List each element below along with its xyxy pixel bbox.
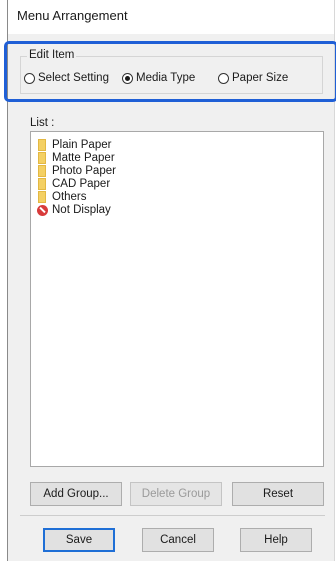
list-item-matte-paper[interactable]: Matte Paper [38,151,115,165]
title-bar: Menu Arrangement [8,0,334,34]
add-group-button[interactable]: Add Group... [30,482,122,506]
separator [20,515,325,516]
list-item-label: Not Display [52,204,111,216]
folder-icon [38,178,46,190]
radio-select-setting[interactable]: Select Setting [24,72,109,84]
radio-media-type-label: Media Type [136,72,196,84]
no-display-icon [37,204,48,216]
cancel-button[interactable]: Cancel [142,528,214,552]
list-label: List : [30,117,55,129]
folder-icon [38,139,46,151]
edit-item-group: Edit Item Select Setting Media Type Pape… [20,49,323,94]
radio-paper-size-label: Paper Size [232,72,289,84]
list-item-others[interactable]: Others [38,190,87,204]
radio-select-setting-circle[interactable] [24,72,35,84]
list-item-cad-paper[interactable]: CAD Paper [38,177,110,191]
window-title: Menu Arrangement [17,8,128,23]
folder-icon [38,165,46,177]
list-item-not-display[interactable]: Not Display [37,203,111,217]
radio-media-type-circle[interactable] [122,72,133,84]
list-item-photo-paper[interactable]: Photo Paper [38,164,116,178]
delete-group-button[interactable]: Delete Group [130,482,222,506]
list-item-label: Plain Paper [52,139,112,151]
save-button[interactable]: Save [43,528,115,552]
media-type-list[interactable]: Plain Paper Matte Paper Photo Paper CAD … [30,131,324,467]
menu-arrangement-dialog: Menu Arrangement Edit Item Select Settin… [4,0,336,561]
list-item-label: Matte Paper [52,152,115,164]
reset-button[interactable]: Reset [232,482,324,506]
edit-item-legend: Edit Item [27,49,77,61]
radio-paper-size[interactable]: Paper Size [218,72,288,84]
folder-icon [38,152,46,164]
folder-icon [38,191,46,203]
radio-paper-size-circle[interactable] [218,72,229,84]
list-item-label: Others [52,191,87,203]
list-item-label: Photo Paper [52,165,116,177]
help-button[interactable]: Help [240,528,312,552]
radio-select-setting-label: Select Setting [38,72,109,84]
radio-media-type[interactable]: Media Type [122,72,195,84]
list-item-plain-paper[interactable]: Plain Paper [38,138,111,152]
list-item-label: CAD Paper [52,178,111,190]
